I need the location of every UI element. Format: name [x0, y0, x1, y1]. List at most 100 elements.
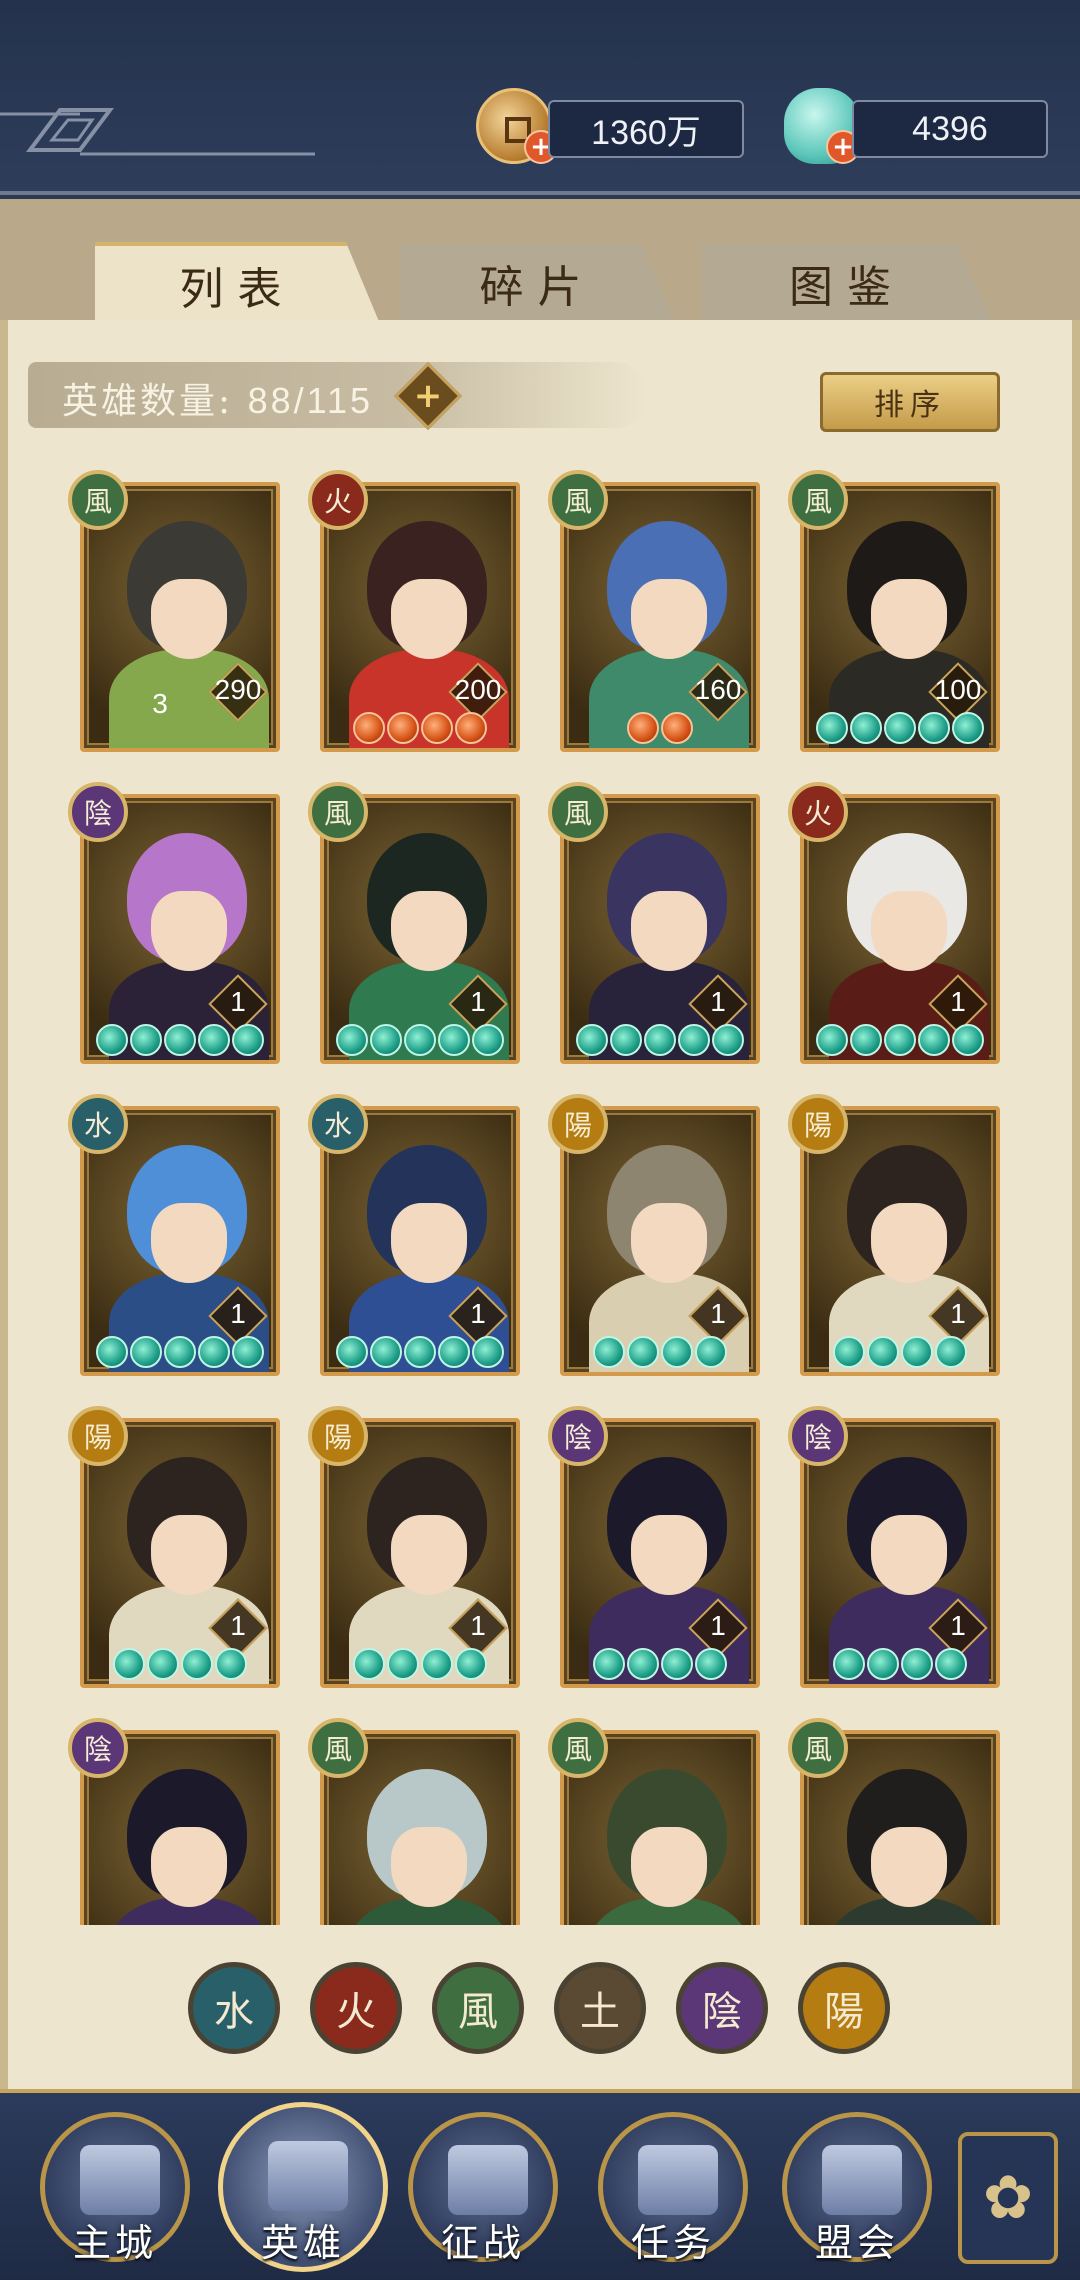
- star-orb-icon: [918, 712, 950, 744]
- star-orb-icon: [952, 712, 984, 744]
- hero-level: 200: [454, 674, 502, 705]
- star-orb-icon: [901, 1648, 933, 1680]
- star-orb-icon: [610, 1024, 642, 1056]
- more-menu-icon: ✿: [982, 2163, 1034, 2233]
- plus-icon: +: [413, 376, 443, 416]
- star-orb-icon: [181, 1648, 213, 1680]
- hero-star-rating: [84, 1336, 276, 1368]
- hero-level-badge: 1: [928, 1286, 988, 1346]
- element-badge-wind: 風: [68, 470, 128, 530]
- star-orb-icon: [232, 1024, 264, 1056]
- hero-face: [631, 1827, 707, 1907]
- star-orb-icon: [404, 1336, 436, 1368]
- hero-level-badge: 1: [208, 1598, 268, 1658]
- jade-amount: 4396: [852, 100, 1048, 158]
- star-orb-icon: [850, 1024, 882, 1056]
- element-badge-water: 水: [308, 1094, 368, 1154]
- star-orb-icon: [336, 1024, 368, 1056]
- filter-yang-button[interactable]: 陽: [798, 1962, 890, 2054]
- nav-label: 英雄: [260, 2221, 345, 2265]
- star-orb-icon: [901, 1336, 933, 1368]
- element-badge-yang: 陽: [548, 1094, 608, 1154]
- copper-amount: 1360万: [548, 100, 744, 158]
- star-orb-icon: [850, 712, 882, 744]
- hero-count-value: 88/115: [247, 380, 374, 421]
- filter-fire-button[interactable]: 火: [310, 1962, 402, 2054]
- hero-level: 1: [710, 986, 726, 1017]
- element-badge-wind: 風: [548, 1718, 608, 1778]
- hero-portrait-icon: [268, 2141, 348, 2211]
- hero-level: 160: [694, 674, 742, 705]
- hero-star-rating: [804, 1648, 996, 1680]
- star-orb-icon: [404, 1024, 436, 1056]
- hero-face: [871, 1827, 947, 1907]
- nav-label: 盟会: [814, 2221, 899, 2265]
- more-menu-button[interactable]: ✿: [958, 2132, 1058, 2264]
- task-scroll-icon: [638, 2145, 718, 2215]
- element-badge-yang: 陽: [788, 1094, 848, 1154]
- hero-star-rating: [84, 1024, 276, 1056]
- hero-face: [391, 1827, 467, 1907]
- hero-level: 1: [230, 1610, 246, 1641]
- hero-face: [871, 1203, 947, 1283]
- filter-wind-button[interactable]: 風: [432, 1962, 524, 2054]
- hero-level-badge: 1: [688, 1286, 748, 1346]
- star-orb-icon: [884, 712, 916, 744]
- star-orb-icon: [353, 712, 385, 744]
- star-orb-icon: [387, 1648, 419, 1680]
- sort-button[interactable]: 排序: [820, 372, 1000, 432]
- hero-star-rating: [804, 1336, 996, 1368]
- star-orb-icon: [164, 1024, 196, 1056]
- filter-earth-button[interactable]: 土: [554, 1962, 646, 2054]
- hero-level: 1: [470, 986, 486, 1017]
- hero-level: 1: [470, 1298, 486, 1329]
- hero-level-badge: 1: [448, 974, 508, 1034]
- hero-level: 1: [230, 1298, 246, 1329]
- hero-grid: 290 3 風 200 火 160 風 100 風 1 陰 1 風 1 風 1 火 1 水 1 水 1 陽 1 陽 1 陽 1 陽 1 陰 1…: [0, 470, 1080, 1925]
- hero-face: [631, 1203, 707, 1283]
- hero-level: 1: [710, 1610, 726, 1641]
- hero-level: 1: [950, 986, 966, 1017]
- hero-level: 290: [214, 674, 262, 705]
- star-orb-icon: [370, 1024, 402, 1056]
- star-orb-icon: [353, 1648, 385, 1680]
- hero-face: [871, 1515, 947, 1595]
- hero-star-rating: [564, 1648, 756, 1680]
- tab-codex[interactable]: 图鉴: [702, 244, 992, 322]
- tab-list[interactable]: 列表: [95, 242, 380, 324]
- hero-level: 1: [230, 986, 246, 1017]
- star-orb-icon: [336, 1336, 368, 1368]
- hero-star-rating: [324, 1336, 516, 1368]
- hero-face: [151, 1203, 227, 1283]
- filter-yin-button[interactable]: 陰: [676, 1962, 768, 2054]
- star-orb-icon: [627, 1336, 659, 1368]
- nav-label: 任务: [630, 2221, 715, 2265]
- hero-star-rating: [804, 1024, 996, 1056]
- hero-face: [151, 891, 227, 971]
- star-orb-icon: [147, 1648, 179, 1680]
- star-orb-icon: [678, 1024, 710, 1056]
- hero-star-rating: [324, 1648, 516, 1680]
- tab-fragments[interactable]: 碎片: [400, 244, 675, 322]
- star-orb-icon: [96, 1336, 128, 1368]
- hero-star-rating: [84, 1648, 276, 1680]
- hero-face: [151, 579, 227, 659]
- star-orb-icon: [952, 1024, 984, 1056]
- element-badge-fire: 火: [308, 470, 368, 530]
- element-badge-yang: 陽: [68, 1406, 128, 1466]
- star-orb-icon: [644, 1024, 676, 1056]
- hero-level-badge: 200: [448, 662, 508, 722]
- element-badge-wind: 風: [788, 470, 848, 530]
- hero-level-badge: 1: [688, 974, 748, 1034]
- star-orb-icon: [421, 712, 453, 744]
- star-orb-icon: [438, 1336, 470, 1368]
- hero-level-badge: 1: [688, 1598, 748, 1658]
- element-badge-fire: 火: [788, 782, 848, 842]
- star-orb-icon: [232, 1336, 264, 1368]
- hero-level-badge: 1: [208, 1286, 268, 1346]
- filter-water-button[interactable]: 水: [188, 1962, 280, 2054]
- hero-level-badge: 1: [928, 1598, 988, 1658]
- hero-star-rating: [564, 1024, 756, 1056]
- hero-level-badge: 1: [448, 1286, 508, 1346]
- hero-star-rating: [324, 1024, 516, 1056]
